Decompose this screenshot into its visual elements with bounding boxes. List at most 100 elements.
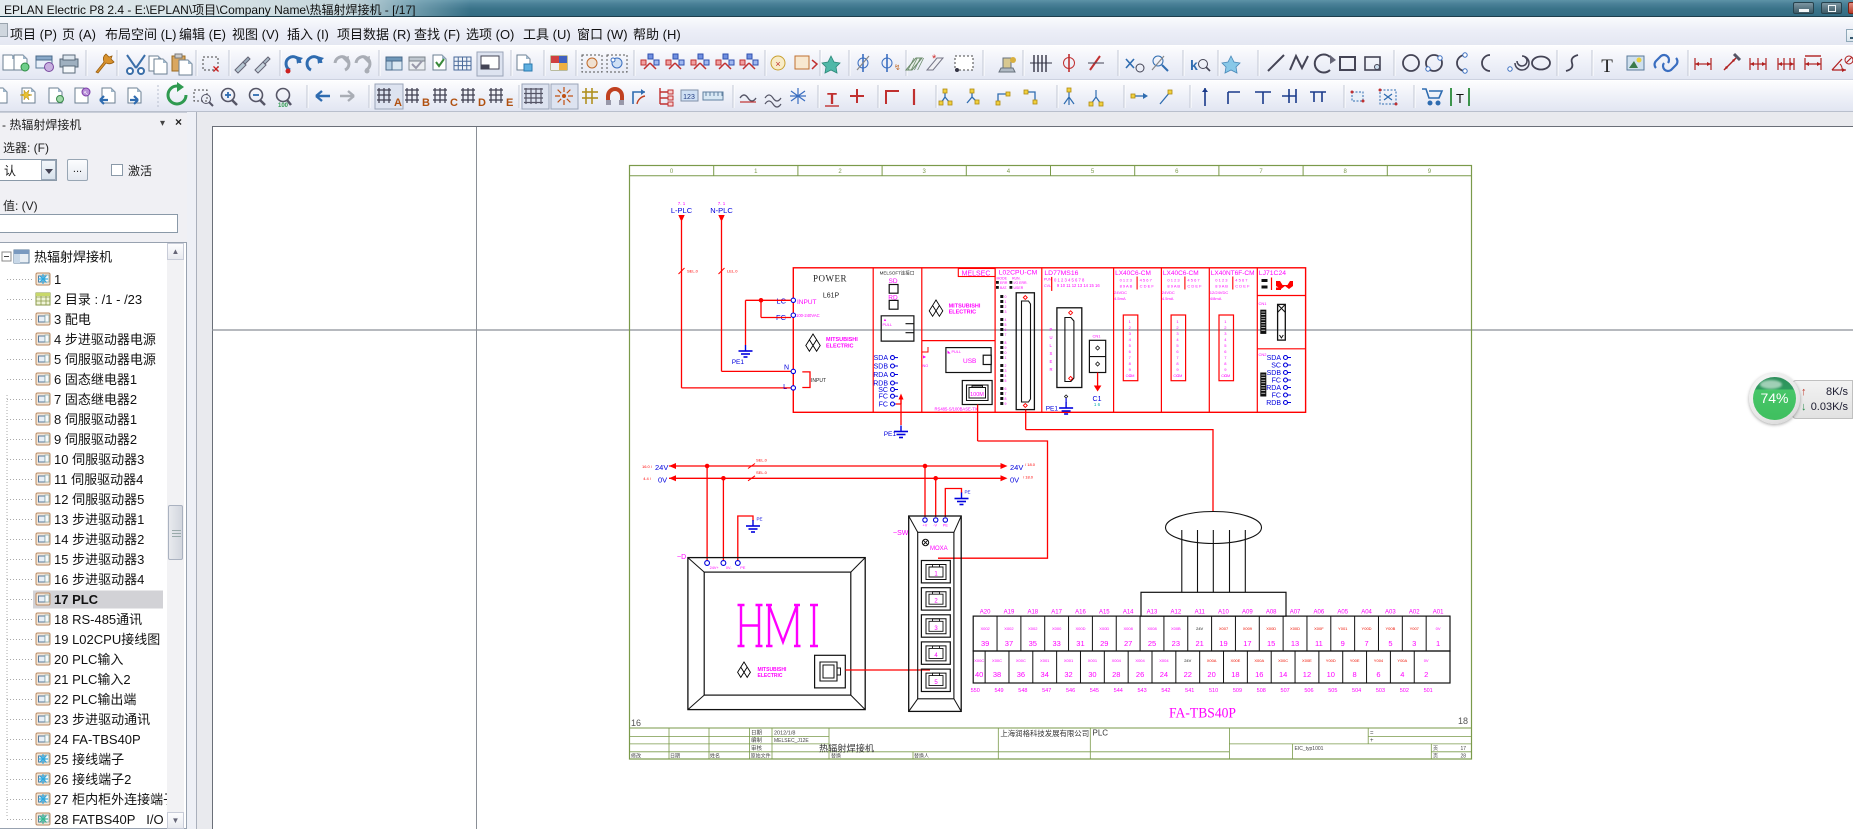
svg-text:L61P: L61P <box>823 293 840 300</box>
svg-text:SEL.0: SEL.0 <box>687 269 699 274</box>
svg-text:23: 23 <box>1172 639 1180 648</box>
svg-text:504: 504 <box>1352 688 1361 694</box>
svg-text:38: 38 <box>993 670 1001 679</box>
svg-text:RDB: RDB <box>1266 400 1281 407</box>
svg-text:ELECTRIC: ELECTRIC <box>758 673 783 679</box>
svg-text:MELSEC: MELSEC <box>962 270 991 277</box>
svg-text:10: 10 <box>1327 670 1335 679</box>
svg-text:X002: X002 <box>1028 626 1038 631</box>
svg-text:18: 18 <box>1231 670 1239 679</box>
svg-text:PE1: PE1 <box>884 431 897 438</box>
svg-text:21: 21 <box>1196 639 1204 648</box>
svg-text:8: 8 <box>1353 670 1357 679</box>
svg-text:Y00D: Y00D <box>1362 626 1372 631</box>
svg-text:X001: X001 <box>1040 658 1050 663</box>
svg-text:1: 1 <box>1176 319 1179 324</box>
svg-text:547: 547 <box>1042 688 1051 694</box>
svg-text:549: 549 <box>994 688 1003 694</box>
svg-text:26: 26 <box>1136 670 1144 679</box>
svg-text:A15: A15 <box>1099 610 1110 616</box>
svg-text:0V: 0V <box>1010 476 1019 485</box>
svg-text:RDA: RDA <box>1266 385 1281 392</box>
svg-text:3: 3 <box>1224 331 1227 336</box>
svg-text:7: 7 <box>1224 355 1227 360</box>
svg-text:/ 18.0: / 18.0 <box>1023 475 1034 480</box>
svg-text:8: 8 <box>1129 361 1132 366</box>
svg-text:CN1: CN1 <box>1259 301 1268 306</box>
svg-text:ELECTRIC: ELECTRIC <box>826 344 854 350</box>
svg-text:LX40C6-CM: LX40C6-CM <box>1163 270 1199 277</box>
svg-text:A08: A08 <box>1266 610 1277 616</box>
svg-text:24VDC: 24VDC <box>1162 290 1175 295</box>
svg-text:3: 3 <box>1412 639 1416 648</box>
svg-text:2: 2 <box>1005 364 1007 368</box>
svg-text:36: 36 <box>1017 670 1025 679</box>
svg-text:546: 546 <box>1066 688 1075 694</box>
svg-text:4: 4 <box>1007 169 1011 175</box>
svg-text:9 10 11 12 13 14 15 16: 9 10 11 12 13 14 15 16 <box>1057 283 1100 288</box>
svg-text:PE: PE <box>740 566 746 570</box>
svg-text:A09: A09 <box>1242 610 1253 616</box>
svg-text:PE1: PE1 <box>732 359 745 366</box>
svg-text:1: 1 <box>754 169 758 175</box>
svg-text:5: 5 <box>1388 639 1392 648</box>
svg-text:COM: COM <box>1173 374 1182 378</box>
svg-text:-V: -V <box>933 524 937 528</box>
svg-text:A13: A13 <box>1147 610 1158 616</box>
svg-text:543: 543 <box>1137 688 1146 694</box>
svg-text:A11: A11 <box>1195 610 1206 616</box>
svg-text:1: 1 <box>1005 356 1007 360</box>
svg-text:6: 6 <box>1129 349 1132 354</box>
svg-text:R: R <box>1050 367 1053 372</box>
svg-text:上海润格科技发展有限公司: 上海润格科技发展有限公司 <box>1000 729 1089 738</box>
svg-text:12: 12 <box>1303 670 1311 679</box>
svg-text:RUN.: RUN. <box>1012 277 1021 281</box>
svg-text:5: 5 <box>1129 343 1132 348</box>
svg-text:0: 0 <box>670 169 674 175</box>
svg-text:CN1: CN1 <box>1092 334 1101 339</box>
svg-text:4.4 /: 4.4 / <box>643 476 652 481</box>
svg-text:6: 6 <box>1005 387 1007 391</box>
svg-text:X00B: X00B <box>1171 626 1181 631</box>
svg-text:541: 541 <box>1185 688 1194 694</box>
svg-text:I/O ERR.: I/O ERR. <box>1014 281 1028 285</box>
svg-text:8 9 A B: 8 9 A B <box>1167 283 1180 288</box>
svg-text:审核: 审核 <box>751 744 763 752</box>
svg-text:6: 6 <box>1175 169 1179 175</box>
svg-text:8: 8 <box>1176 361 1179 366</box>
svg-text:24V: 24V <box>1196 626 1203 631</box>
svg-text:RS485-S/100BASE-TX: RS485-S/100BASE-TX <box>935 406 978 411</box>
svg-text:0V: 0V <box>1424 658 1429 663</box>
svg-text:L: L <box>783 384 787 391</box>
svg-text:508: 508 <box>1257 688 1266 694</box>
svg-text:3: 3 <box>1129 331 1132 336</box>
svg-text:LC: LC <box>776 297 786 306</box>
svg-text:~SW: ~SW <box>893 530 909 537</box>
svg-text:LD77MS16: LD77MS16 <box>1044 270 1078 277</box>
svg-text:▶: ▶ <box>923 354 927 359</box>
svg-text:7: 7 <box>1364 639 1368 648</box>
svg-text:5: 5 <box>1224 343 1227 348</box>
svg-text:SDB: SDB <box>1267 370 1282 377</box>
svg-text:29: 29 <box>1100 639 1108 648</box>
svg-text:25: 25 <box>1148 639 1156 648</box>
svg-text:3: 3 <box>1005 310 1007 314</box>
svg-text:6: 6 <box>1005 328 1007 332</box>
svg-text:X00C: X00C <box>1016 658 1026 663</box>
svg-text:FC: FC <box>1272 377 1281 384</box>
svg-text:N: N <box>784 365 789 372</box>
svg-text:550: 550 <box>971 688 980 694</box>
svg-text:4 5 6 7: 4 5 6 7 <box>1140 277 1153 282</box>
svg-text:POWER: POWER <box>813 274 847 284</box>
svg-text:542: 542 <box>1161 688 1170 694</box>
svg-text:2: 2 <box>1005 305 1007 309</box>
svg-text:INPUT: INPUT <box>797 299 817 306</box>
svg-text:5: 5 <box>1091 169 1095 175</box>
svg-text:17: 17 <box>1243 639 1251 648</box>
svg-text:7: 7 <box>1005 392 1007 396</box>
svg-text:0V: 0V <box>1436 626 1441 631</box>
svg-text:7: 7 <box>1129 355 1132 360</box>
svg-text:503: 503 <box>1376 688 1385 694</box>
svg-text:7: 7 <box>1259 169 1263 175</box>
svg-text:13: 13 <box>1291 639 1299 648</box>
